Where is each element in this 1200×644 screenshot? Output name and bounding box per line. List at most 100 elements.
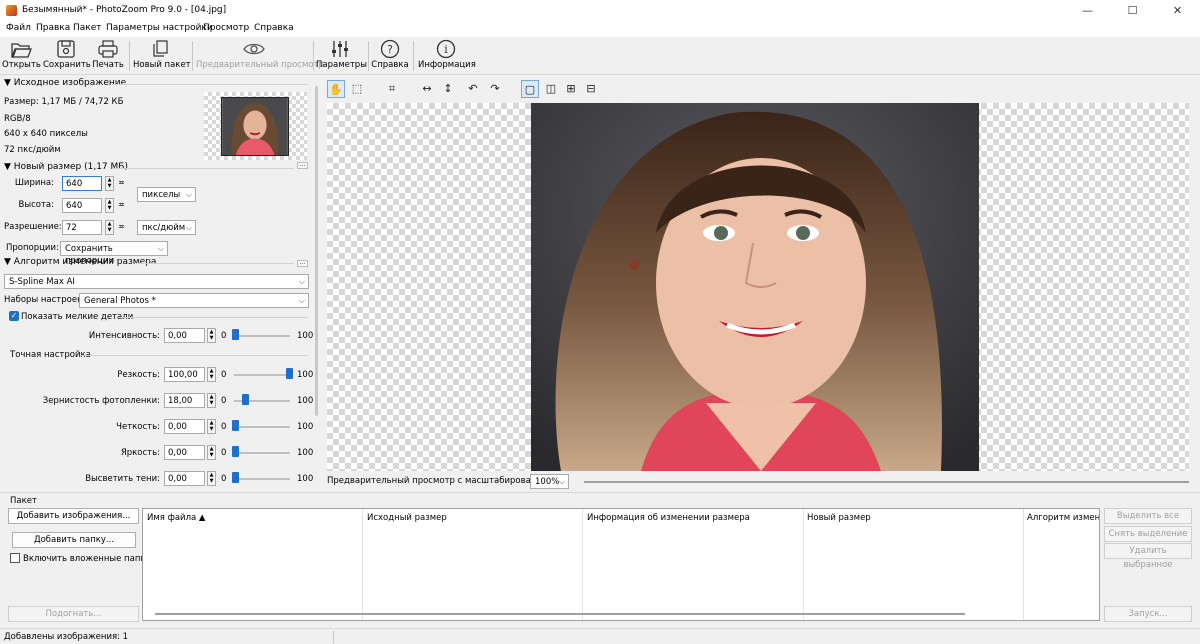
intensity-slider-thumb[interactable] [232,329,239,340]
menu-settings[interactable]: Параметры настройки [106,23,213,33]
col-source-size[interactable]: Исходный размер [367,513,447,523]
remove-selected-button[interactable]: Удалить выбранное [1104,543,1192,570]
grain-input[interactable]: 18,00 [164,393,205,408]
help-button[interactable]: ? Справка [371,39,409,73]
rotate-left-icon[interactable]: ↶ [464,80,482,98]
zoom-value: 100% [535,477,560,487]
small-details-checkbox[interactable]: ✓ [9,311,19,321]
source-section-header[interactable]: ▼ Исходное изображение [4,78,126,88]
resolution-spinner[interactable]: ▲ ▼ [105,220,114,235]
start-button[interactable]: Запуск... [1104,606,1192,622]
sharpness-slider-track[interactable] [234,374,290,376]
clarity-input[interactable]: 0,00 [164,419,205,434]
subfolders-checkbox[interactable] [10,553,20,563]
params-label: Параметры [316,60,367,70]
batch-file-table[interactable]: Имя файла ▲ Исходный размер Информация о… [142,508,1100,621]
resolution-link-icon[interactable]: ≖ [118,222,125,231]
width-link-icon[interactable]: ≖ [118,178,125,187]
col-algorithm[interactable]: Алгоритм изменен [1027,513,1099,523]
height-input[interactable]: 640 [62,198,102,213]
algo-title: Алгоритм изменения размера [13,257,157,267]
deselect-button[interactable]: Снять выделение [1104,526,1192,542]
select-tool-icon[interactable]: ⬚ [348,80,366,98]
open-button[interactable]: Открыть [2,39,41,73]
maximize-button[interactable]: ☐ [1110,0,1155,21]
preview-button[interactable]: Предварительный просмотр [196,39,324,73]
resolution-input[interactable]: 72 [62,220,102,235]
col-new-size[interactable]: Новый размер [807,513,871,523]
save-button[interactable]: Сохранить [43,39,91,73]
menu-batch[interactable]: Пакет [73,23,102,33]
clarity-slider-track[interactable] [234,426,290,428]
hand-tool-icon[interactable]: ✋ [327,80,345,98]
single-view-icon[interactable]: ▢ [521,80,539,98]
split-horizontal-icon[interactable]: ⊟ [582,80,600,98]
side-by-side-icon[interactable]: ⊞ [562,80,580,98]
divider [118,317,308,318]
algo-more-button[interactable]: ... [297,260,308,267]
clarity-slider-thumb[interactable] [232,420,239,431]
intensity-slider-track[interactable] [234,335,290,337]
close-button[interactable]: ✕ [1155,0,1200,21]
res-unit-select[interactable]: пкс/дюйм ⌵ [137,220,196,235]
add-images-button[interactable]: Добавить изображения... [8,508,139,524]
sharpness-input[interactable]: 100,00 [164,367,205,382]
menu-file[interactable]: Файл [6,23,31,33]
brightness-input[interactable]: 0,00 [164,445,205,460]
brightness-slider-track[interactable] [234,452,290,454]
left-panel-scrollbar[interactable] [315,86,318,416]
intensity-input[interactable]: 0,00 [164,328,205,343]
split-vertical-icon[interactable]: ◫ [542,80,560,98]
brightness-max: 100 [297,448,314,458]
zoom-select[interactable]: 100% ⌵ [530,474,569,489]
crop-icon[interactable]: ⌗ [383,80,401,98]
method-select[interactable]: S-Spline Max AI ⌵ [4,274,309,289]
minimize-button[interactable]: — [1065,0,1110,21]
preset-select[interactable]: General Photos * ⌵ [79,293,309,308]
sharpness-slider-thumb[interactable] [286,368,293,379]
title-bar: Безымянный* - PhotoZoom Pro 9.0 - [04.jp… [0,0,1200,21]
info-button[interactable]: i Информация [418,39,476,73]
grain-spinner[interactable]: ▲ ▼ [207,393,216,408]
source-more-button[interactable]: ... [297,162,308,169]
shadows-slider-track[interactable] [234,478,290,480]
select-all-button[interactable]: Выделить все [1104,508,1192,524]
fit-button[interactable]: Подогнать... [8,606,139,622]
width-spinner[interactable]: ▲ ▼ [105,176,114,191]
shadows-spinner[interactable]: ▲ ▼ [207,471,216,486]
shadows-slider-thumb[interactable] [232,472,239,483]
shadows-input[interactable]: 0,00 [164,471,205,486]
preview-image[interactable] [531,103,979,471]
clarity-spinner[interactable]: ▲ ▼ [207,419,216,434]
brightness-slider-thumb[interactable] [232,446,239,457]
menu-edit[interactable]: Правка [36,23,70,33]
print-button[interactable]: Печать [92,39,124,73]
table-horizontal-scrollbar[interactable] [155,613,965,615]
new-batch-button[interactable]: Новый пакет [133,39,191,73]
menu-view[interactable]: Просмотр [203,23,249,33]
height-spinner[interactable]: ▲ ▼ [105,198,114,213]
method-value: S-Spline Max AI [9,277,75,287]
proportions-select[interactable]: Сохранить пропорции ⌵ [60,241,168,266]
rotate-right-icon[interactable]: ↷ [486,80,504,98]
params-button[interactable]: Параметры [316,39,367,73]
height-link-icon[interactable]: ≖ [118,200,125,209]
chevron-down-icon: ⌵ [298,296,305,305]
algo-section-header[interactable]: ▼ Алгоритм изменения размера [4,257,156,267]
brightness-spinner[interactable]: ▲ ▼ [207,445,216,460]
column-separator [582,509,583,620]
width-input[interactable]: 640 [62,176,102,191]
intensity-spinner[interactable]: ▲ ▼ [207,328,216,343]
newsize-section-header[interactable]: ▼ Новый размер (1,17 МБ) [4,162,128,172]
sharpness-spinner[interactable]: ▲ ▼ [207,367,216,382]
menu-help[interactable]: Справка [254,23,294,33]
col-filename[interactable]: Имя файла ▲ [147,513,205,523]
fit-width-icon[interactable]: ↔ [418,80,436,98]
add-folder-button[interactable]: Добавить папку... [12,532,136,548]
unit-select[interactable]: пикселы ⌵ [137,187,196,202]
grain-slider-thumb[interactable] [241,394,249,405]
fit-height-icon[interactable]: ↕ [439,80,457,98]
source-thumbnail[interactable] [204,92,307,160]
preview-horizontal-scrollbar[interactable] [584,481,1189,483]
col-resize-info[interactable]: Информация об изменении размера [587,513,750,523]
